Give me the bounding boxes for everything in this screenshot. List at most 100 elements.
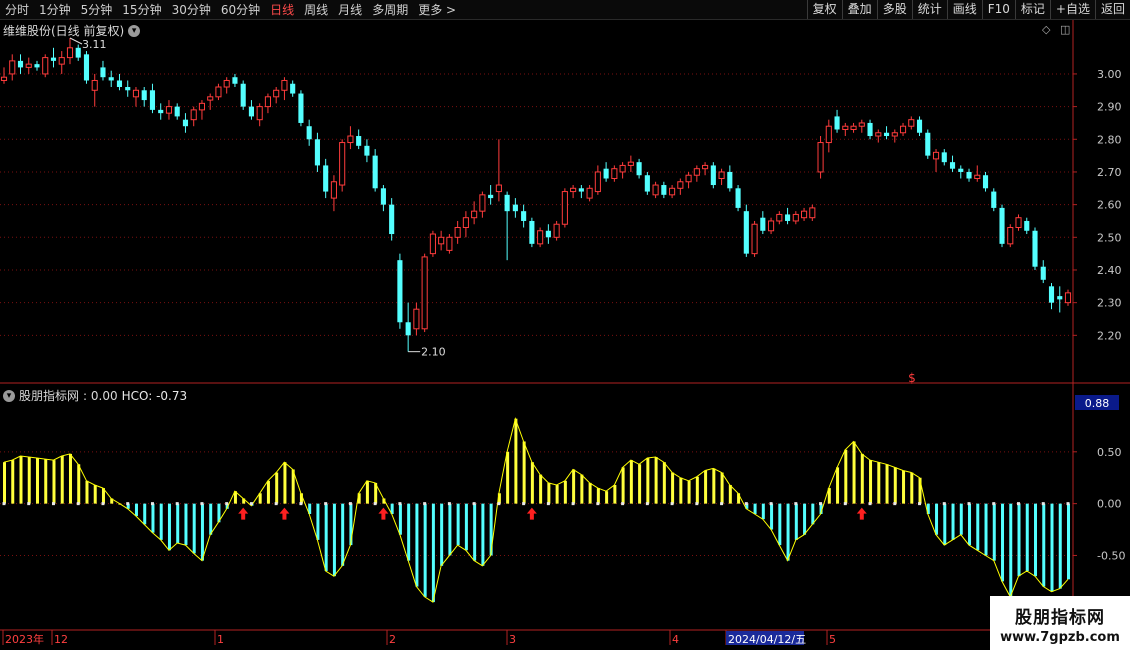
candle-up [619, 164, 626, 173]
zero-dot [720, 502, 724, 506]
hco-bar-negative [1025, 503, 1029, 571]
hco-bar-negative [167, 503, 171, 551]
candle-up [561, 191, 568, 225]
candle-up [479, 194, 486, 212]
hco-bar-positive [646, 458, 650, 504]
hco-bar-negative [778, 503, 782, 546]
candle-down [949, 162, 956, 169]
hco-bar-negative [448, 503, 452, 556]
candle-up [462, 217, 469, 229]
candle-down [298, 93, 304, 123]
hco-bar-negative [992, 503, 996, 561]
hco-bar-positive [275, 472, 279, 504]
candle-down [405, 322, 411, 336]
zero-dot [150, 502, 154, 506]
hco-bar-negative [192, 503, 196, 554]
zero-dot [51, 502, 55, 506]
hco-bar-negative [770, 503, 774, 530]
candle-up [25, 63, 32, 68]
hco-bar-positive [662, 462, 666, 504]
hco-bar-negative [935, 503, 939, 535]
zero-dot [1066, 502, 1070, 506]
hco-line [3, 416, 1069, 603]
buy-signal-arrow [856, 507, 867, 520]
candle-up [801, 210, 808, 219]
candle-up [132, 89, 140, 98]
candle-up [825, 125, 832, 144]
zero-dot [769, 502, 773, 506]
candle-down [364, 145, 370, 156]
hco-bar-negative [473, 503, 477, 561]
hco-bar-positive [671, 472, 675, 504]
candle-down [50, 57, 57, 61]
candlestick-series [0, 38, 1072, 352]
candle-down [521, 211, 527, 221]
hco-bar-negative [200, 503, 204, 561]
hco-bar-positive [44, 459, 48, 504]
zero-dot [348, 502, 352, 506]
hco-bar-negative [134, 503, 138, 517]
hco-bar-positive [85, 480, 89, 504]
hco-bar-positive [852, 441, 856, 504]
date-label: 2 [389, 633, 396, 646]
candle-down [232, 77, 238, 84]
hco-bar-negative [803, 503, 807, 535]
candle-up [693, 168, 700, 176]
zero-dot [27, 502, 31, 506]
candle-down [1032, 230, 1038, 267]
price-tick-label: 2.90 [1097, 101, 1122, 114]
hco-bar-negative [440, 503, 444, 566]
candle-up [809, 207, 816, 219]
watermark-title: 股朋指标网 [1015, 608, 1105, 628]
hco-bar-positive [514, 418, 518, 504]
candle-up [66, 47, 74, 59]
hco-bar-positive [613, 484, 617, 504]
candle-up [850, 125, 857, 130]
candle-up [273, 89, 280, 98]
candle-down [149, 90, 156, 110]
zero-dot [497, 502, 501, 506]
candle-up [339, 142, 346, 186]
hco-bar-positive [283, 462, 287, 504]
candle-down [108, 77, 114, 81]
zero-dot [596, 502, 600, 506]
hco-bar-negative [464, 503, 468, 551]
zero-dot [794, 502, 798, 506]
hco-bar-positive [877, 462, 881, 504]
candle-down [883, 132, 890, 137]
candle-down [174, 106, 180, 117]
candle-down [488, 194, 494, 199]
indicator-series [2, 416, 1070, 603]
zero-dot [2, 502, 6, 506]
price-tick-label: 2.80 [1097, 133, 1122, 146]
hco-bar-negative [753, 503, 757, 514]
hco-bar-positive [539, 474, 543, 504]
candle-up [471, 210, 478, 219]
hco-bar-positive [68, 453, 72, 504]
candle-up [627, 161, 634, 166]
candle-down [380, 188, 386, 205]
candle-down [34, 64, 40, 68]
hco-bar-negative [398, 503, 402, 535]
hco-bar-negative [761, 503, 765, 520]
hco-bar-negative [423, 503, 427, 597]
zero-dot [175, 502, 179, 506]
hco-bar-negative [176, 503, 180, 544]
candle-down [372, 155, 378, 189]
hco-bar-positive [885, 464, 889, 504]
buy-signal-arrow [238, 507, 249, 520]
hco-bar-negative [959, 503, 963, 535]
candle-up [281, 79, 288, 91]
chart-canvas[interactable]: 3.00 2.90 2.80 2.70 2.60 2.50 2.40 2.30 2.20 3.11… [0, 0, 1130, 650]
hco-bar-negative [1050, 503, 1054, 592]
zero-dot [571, 502, 575, 506]
hco-bar-positive [547, 482, 551, 504]
candle-down [735, 188, 741, 208]
hco-bar-positive [910, 472, 914, 504]
candle-up [446, 236, 453, 251]
hco-bar-negative [184, 503, 188, 546]
candle-up [908, 119, 915, 127]
zero-dot [992, 502, 996, 506]
zero-dot [1017, 502, 1021, 506]
buy-signal-arrow [279, 507, 290, 520]
